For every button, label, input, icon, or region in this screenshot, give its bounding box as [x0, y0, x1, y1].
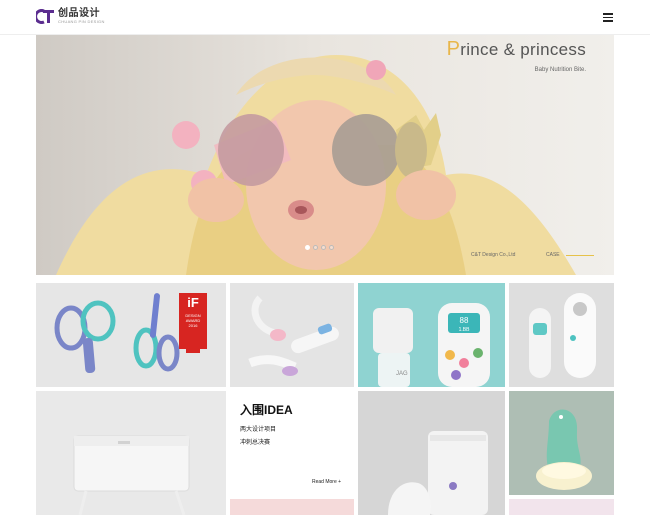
tile-idea-news[interactable]: 入围IDEA 两大设计项目 冲刺总决赛 Read More +: [230, 391, 354, 515]
tile-feeding-spoons[interactable]: [230, 283, 354, 387]
slider-dot[interactable]: [313, 245, 318, 250]
hero-banner[interactable]: Prince & princess Baby Nutrition Bite. C…: [36, 35, 614, 275]
bottle-label: JAG: [396, 371, 408, 377]
bottle-display-bottom: 1.BB: [459, 327, 471, 333]
tile-pink-strip: [230, 499, 354, 515]
idea-line-2: 冲刺总决赛: [240, 440, 271, 446]
idea-line-1: 两大设计项目: [240, 427, 277, 433]
tile-humidifier[interactable]: [509, 391, 614, 495]
humidifier-image: [536, 409, 592, 490]
nasal-device-image: [529, 293, 596, 378]
bottle-display-top: 88: [460, 316, 469, 325]
tile-partial-bottom[interactable]: [509, 499, 614, 515]
read-more-link[interactable]: Read More +: [312, 479, 341, 485]
slider-dot[interactable]: [305, 245, 310, 250]
hero-subtitle: Baby Nutrition Bite.: [534, 67, 586, 73]
crib-image: [73, 435, 190, 515]
logo-name-en: CHUANG PIN DESIGN: [58, 19, 105, 24]
tile-sterilizer[interactable]: [358, 391, 505, 515]
tile-crib[interactable]: [36, 391, 226, 515]
hero-photo: [36, 35, 614, 275]
tile-nasal-device[interactable]: [509, 283, 614, 387]
hero-company: C&T Design Co.,Ltd: [471, 252, 516, 258]
hamburger-menu-icon[interactable]: [603, 13, 613, 22]
spoons-image: [248, 295, 339, 376]
tile-scissors[interactable]: iF DESIGN AWARD 2016: [36, 283, 226, 387]
site-logo[interactable]: 创品设计 CHUANG PIN DESIGN: [36, 9, 105, 24]
slider-dot[interactable]: [321, 245, 326, 250]
site-header: 创品设计 CHUANG PIN DESIGN: [0, 0, 650, 35]
bottle-image: 88 1.BB JAG: [373, 303, 490, 387]
slider-dot[interactable]: [329, 245, 334, 250]
if-award-base: [186, 349, 200, 353]
if-award-badge: iF DESIGN AWARD 2016: [179, 293, 207, 349]
hero-title: Prince & princess: [446, 38, 586, 60]
sterilizer-image: [388, 431, 488, 515]
slider-dots: [305, 245, 337, 250]
hero-case-link[interactable]: CASE: [546, 252, 560, 258]
ct-logo-icon: [36, 9, 54, 24]
hero-accent-line: [566, 255, 594, 256]
tile-bottle[interactable]: 88 1.BB JAG: [358, 283, 505, 387]
logo-name-cn: 创品设计: [58, 8, 100, 19]
idea-title: 入围IDEA: [240, 403, 293, 417]
